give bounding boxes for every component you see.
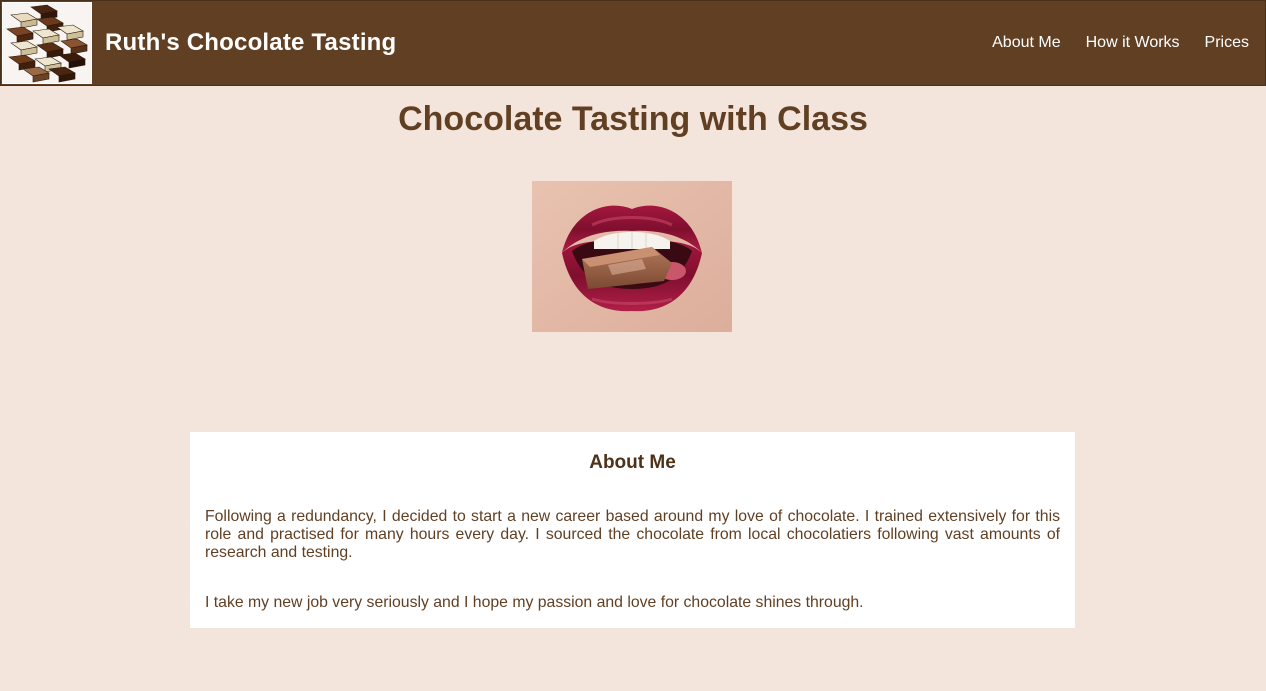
main-nav: About Me How it Works Prices <box>992 34 1249 52</box>
hero-image <box>532 181 732 332</box>
page-title: Chocolate Tasting with Class <box>398 100 868 138</box>
nav-prices[interactable]: Prices <box>1205 34 1249 52</box>
about-paragraph: I take my new job very seriously and I h… <box>205 594 864 611</box>
site-header: Ruth's Chocolate Tasting About Me How it… <box>0 0 1266 86</box>
site-title: Ruth's Chocolate Tasting <box>105 29 397 56</box>
about-heading: About Me <box>589 452 676 473</box>
about-paragraph: Following a redundancy, I decided to sta… <box>205 508 1060 561</box>
chocolate-logo-icon[interactable] <box>2 2 92 84</box>
nav-about-me[interactable]: About Me <box>992 34 1060 52</box>
nav-how-it-works[interactable]: How it Works <box>1086 34 1180 52</box>
about-section: About Me Following a redundancy, I decid… <box>190 432 1075 628</box>
